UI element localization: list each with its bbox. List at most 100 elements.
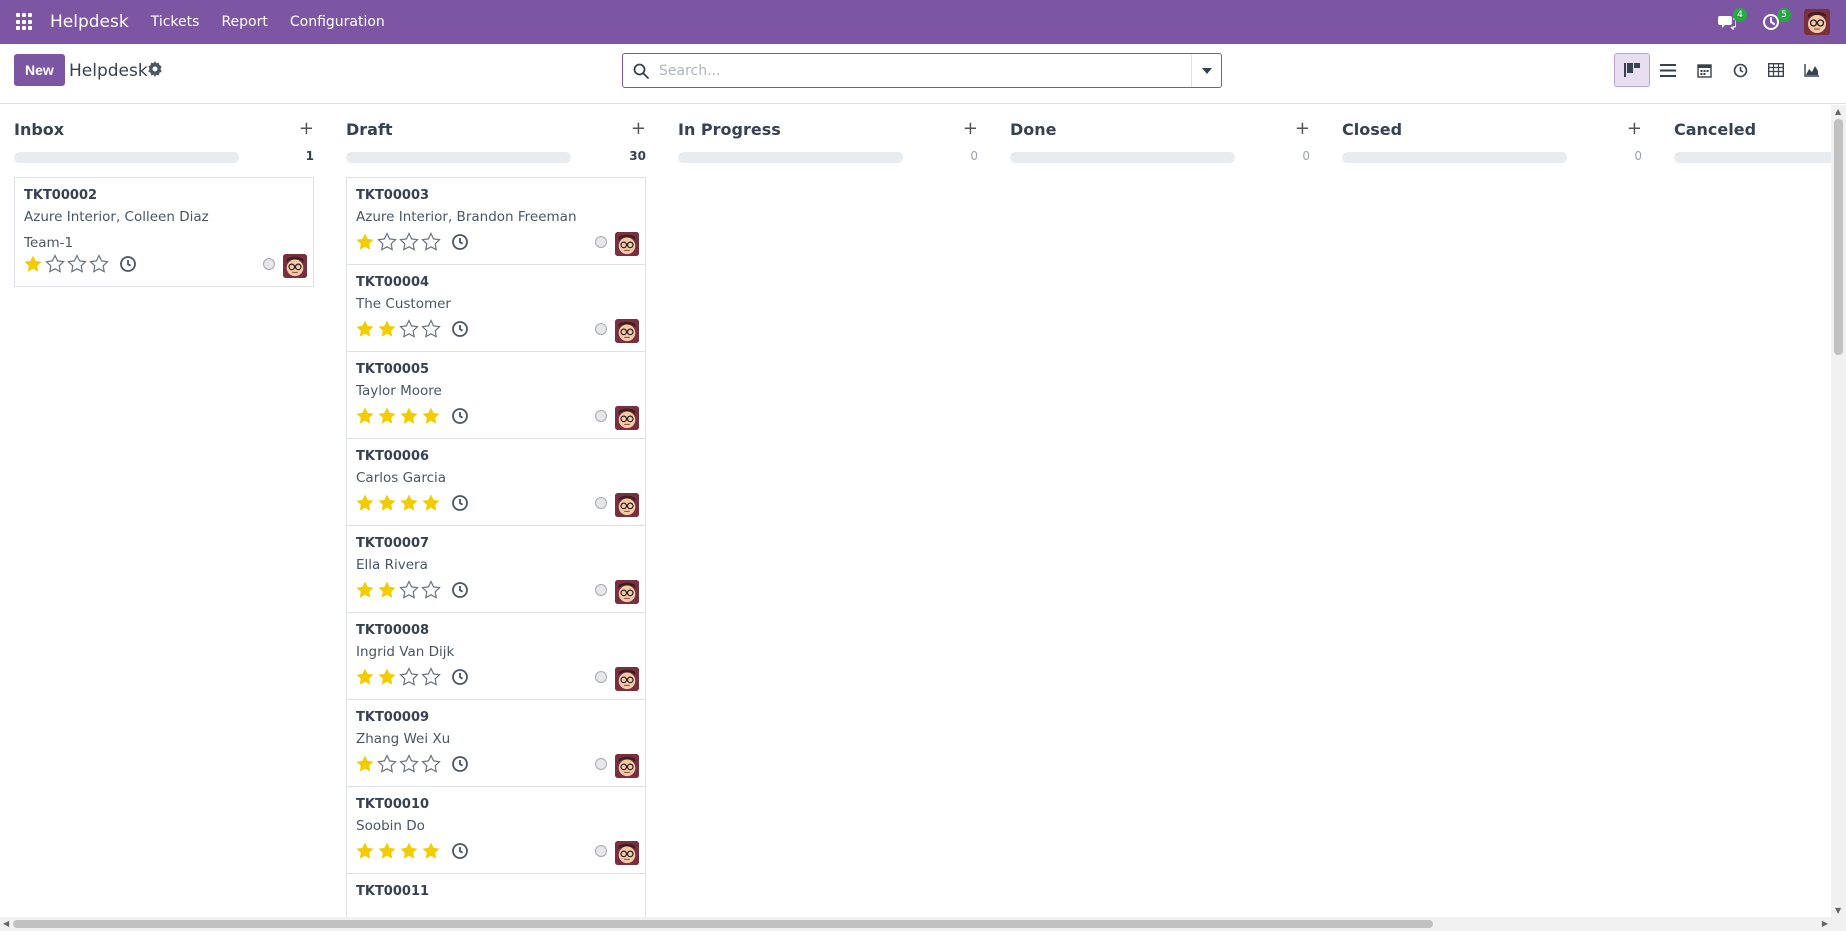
quick-create-button[interactable]: + xyxy=(963,118,978,139)
ticket-card[interactable]: TKT00006 Carlos Garcia xyxy=(346,438,646,526)
star-filled-icon[interactable] xyxy=(377,406,397,426)
ticket-card[interactable]: TKT00005 Taylor Moore xyxy=(346,351,646,439)
star-empty-icon[interactable] xyxy=(421,232,441,252)
ticket-card[interactable]: TKT00009 Zhang Wei Xu xyxy=(346,699,646,787)
star-filled-icon[interactable] xyxy=(355,406,375,426)
progress-bar[interactable] xyxy=(14,152,239,163)
ticket-card[interactable]: TKT00002 Azure Interior, Colleen Diaz Team… xyxy=(14,177,314,287)
star-empty-icon[interactable] xyxy=(377,232,397,252)
activity-clock-icon[interactable] xyxy=(451,233,469,251)
assignee-avatar[interactable] xyxy=(615,754,639,778)
progress-bar[interactable] xyxy=(1342,152,1567,163)
gear-icon[interactable] xyxy=(147,61,163,77)
star-filled-icon[interactable] xyxy=(355,667,375,687)
horizontal-scroll-thumb[interactable] xyxy=(13,920,1433,928)
activity-clock-icon[interactable] xyxy=(451,407,469,425)
vertical-scrollbar[interactable]: ▲ ▼ xyxy=(1831,105,1846,917)
assignee-avatar[interactable] xyxy=(283,254,307,278)
menu-configuration[interactable]: Configuration xyxy=(290,14,385,30)
kanban-state-indicator[interactable] xyxy=(595,410,607,422)
star-empty-icon[interactable] xyxy=(89,254,109,274)
assignee-avatar[interactable] xyxy=(615,493,639,517)
activity-clock-icon[interactable] xyxy=(451,842,469,860)
ticket-card[interactable]: TKT00003 Azure Interior, Brandon Freeman xyxy=(346,177,646,265)
quick-create-button[interactable]: + xyxy=(631,118,646,139)
star-empty-icon[interactable] xyxy=(399,667,419,687)
graph-view-button[interactable] xyxy=(1794,53,1830,87)
ticket-card[interactable]: TKT00011 xyxy=(346,873,646,917)
kanban-state-indicator[interactable] xyxy=(595,671,607,683)
star-empty-icon[interactable] xyxy=(421,580,441,600)
progress-bar[interactable] xyxy=(1010,152,1235,163)
assignee-avatar[interactable] xyxy=(615,232,639,256)
column-title[interactable]: Closed xyxy=(1342,120,1402,139)
star-empty-icon[interactable] xyxy=(399,319,419,339)
quick-create-button[interactable]: + xyxy=(1295,118,1310,139)
kanban-view-button[interactable] xyxy=(1614,53,1650,87)
star-filled-icon[interactable] xyxy=(377,319,397,339)
menu-report[interactable]: Report xyxy=(221,14,267,30)
kanban-state-indicator[interactable] xyxy=(595,497,607,509)
quick-create-button[interactable]: + xyxy=(299,118,314,139)
column-title[interactable]: Canceled xyxy=(1674,120,1756,139)
scroll-down-arrow-icon[interactable]: ▼ xyxy=(1835,906,1841,915)
kanban-state-indicator[interactable] xyxy=(263,258,275,270)
star-empty-icon[interactable] xyxy=(377,754,397,774)
progress-bar[interactable] xyxy=(1674,152,1831,163)
star-filled-icon[interactable] xyxy=(355,754,375,774)
assignee-avatar[interactable] xyxy=(615,841,639,865)
star-empty-icon[interactable] xyxy=(421,754,441,774)
search-input[interactable] xyxy=(659,54,1191,87)
star-empty-icon[interactable] xyxy=(399,580,419,600)
menu-tickets[interactable]: Tickets xyxy=(151,14,200,30)
list-view-button[interactable] xyxy=(1650,53,1686,87)
star-filled-icon[interactable] xyxy=(377,580,397,600)
user-avatar[interactable] xyxy=(1804,9,1830,35)
activity-clock-icon[interactable] xyxy=(451,494,469,512)
scroll-up-arrow-icon[interactable]: ▲ xyxy=(1835,107,1841,116)
quick-create-button[interactable]: + xyxy=(1627,118,1642,139)
assignee-avatar[interactable] xyxy=(615,667,639,691)
assignee-avatar[interactable] xyxy=(615,406,639,430)
star-filled-icon[interactable] xyxy=(23,254,43,274)
scroll-left-arrow-icon[interactable]: ◀ xyxy=(3,919,9,928)
star-filled-icon[interactable] xyxy=(421,841,441,861)
star-filled-icon[interactable] xyxy=(421,493,441,513)
kanban-state-indicator[interactable] xyxy=(595,758,607,770)
ticket-card[interactable]: TKT00004 The Customer xyxy=(346,264,646,352)
activity-clock-icon[interactable] xyxy=(451,668,469,686)
activity-view-button[interactable] xyxy=(1722,53,1758,87)
ticket-card[interactable]: TKT00008 Ingrid Van Dijk xyxy=(346,612,646,700)
app-brand[interactable]: Helpdesk xyxy=(50,12,129,32)
star-filled-icon[interactable] xyxy=(399,406,419,426)
search-options-toggle[interactable] xyxy=(1191,54,1221,87)
star-filled-icon[interactable] xyxy=(377,841,397,861)
activity-clock-icon[interactable] xyxy=(451,320,469,338)
calendar-view-button[interactable] xyxy=(1686,53,1722,87)
messages-button[interactable]: 4 xyxy=(1716,8,1747,33)
star-empty-icon[interactable] xyxy=(45,254,65,274)
star-filled-icon[interactable] xyxy=(399,493,419,513)
kanban-state-indicator[interactable] xyxy=(595,845,607,857)
activity-clock-icon[interactable] xyxy=(451,581,469,599)
star-filled-icon[interactable] xyxy=(399,841,419,861)
kanban-state-indicator[interactable] xyxy=(595,236,607,248)
vertical-scroll-thumb[interactable] xyxy=(1834,119,1843,355)
assignee-avatar[interactable] xyxy=(615,319,639,343)
column-title[interactable]: Draft xyxy=(346,120,393,139)
star-filled-icon[interactable] xyxy=(355,232,375,252)
star-empty-icon[interactable] xyxy=(399,754,419,774)
star-empty-icon[interactable] xyxy=(421,319,441,339)
column-title[interactable]: Inbox xyxy=(14,120,64,139)
activity-clock-icon[interactable] xyxy=(119,255,137,273)
kanban-state-indicator[interactable] xyxy=(595,584,607,596)
star-filled-icon[interactable] xyxy=(377,667,397,687)
new-button[interactable]: New xyxy=(14,54,65,86)
star-filled-icon[interactable] xyxy=(355,493,375,513)
activity-clock-icon[interactable] xyxy=(451,755,469,773)
progress-bar[interactable] xyxy=(346,152,571,163)
assignee-avatar[interactable] xyxy=(615,580,639,604)
star-filled-icon[interactable] xyxy=(355,319,375,339)
star-filled-icon[interactable] xyxy=(377,493,397,513)
star-filled-icon[interactable] xyxy=(421,406,441,426)
